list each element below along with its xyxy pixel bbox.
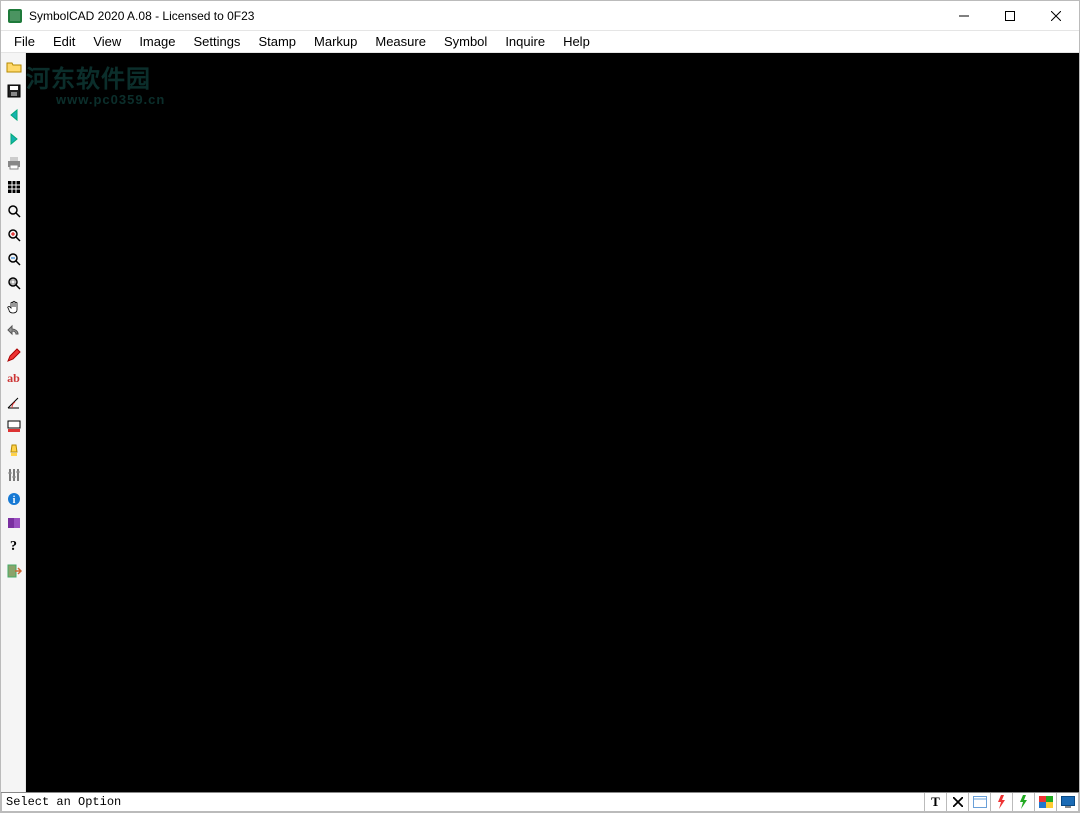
question-icon: ? <box>10 539 17 555</box>
menu-bar: File Edit View Image Settings Stamp Mark… <box>1 31 1079 53</box>
status-bar: Select an Option T <box>1 792 1079 812</box>
arrow-left-icon <box>6 107 22 123</box>
window-mode-button[interactable] <box>969 793 991 812</box>
window-icon <box>973 796 987 808</box>
book-icon <box>6 515 22 531</box>
text-t-icon: T <box>931 794 940 810</box>
menu-symbol[interactable]: Symbol <box>435 32 496 51</box>
back-button[interactable] <box>2 103 25 126</box>
lightning-green-icon <box>1019 795 1029 809</box>
help-button[interactable]: ? <box>2 535 25 558</box>
menu-file[interactable]: File <box>5 32 44 51</box>
minimize-button[interactable] <box>941 1 987 30</box>
text-ab-icon: ab <box>7 371 20 386</box>
red-flag-button[interactable] <box>991 793 1013 812</box>
highlighter-icon <box>6 443 22 459</box>
menu-markup[interactable]: Markup <box>305 32 366 51</box>
maximize-button[interactable] <box>987 1 1033 30</box>
status-tools: T <box>925 793 1079 812</box>
lightning-red-icon <box>997 795 1007 809</box>
undo-button[interactable] <box>2 319 25 342</box>
manual-button[interactable] <box>2 511 25 534</box>
printer-icon <box>6 155 22 171</box>
menu-image[interactable]: Image <box>130 32 184 51</box>
text-mode-button[interactable]: T <box>925 793 947 812</box>
monitor-icon <box>1061 796 1075 808</box>
left-toolbar: ab i ? <box>1 53 26 792</box>
screen-button[interactable] <box>1057 793 1079 812</box>
save-button[interactable] <box>2 79 25 102</box>
zoom-extents-button[interactable] <box>2 271 25 294</box>
menu-inquire[interactable]: Inquire <box>496 32 554 51</box>
magnifier-plus-icon <box>6 227 22 243</box>
menu-settings[interactable]: Settings <box>184 32 249 51</box>
print-button[interactable] <box>2 151 25 174</box>
folder-open-icon <box>6 59 22 75</box>
palette-icon <box>1039 796 1053 808</box>
angle-icon <box>6 395 22 411</box>
pencil-icon <box>6 347 22 363</box>
green-flag-button[interactable] <box>1013 793 1035 812</box>
text-button[interactable]: ab <box>2 367 25 390</box>
x-icon <box>953 797 963 807</box>
menu-measure[interactable]: Measure <box>366 32 435 51</box>
stamp-button[interactable] <box>2 415 25 438</box>
title-bar: SymbolCAD 2020 A.08 - Licensed to 0F23 <box>1 1 1079 31</box>
close-mode-button[interactable] <box>947 793 969 812</box>
magnifier-icon <box>6 203 22 219</box>
exit-door-icon <box>6 563 22 579</box>
menu-view[interactable]: View <box>84 32 130 51</box>
forward-button[interactable] <box>2 127 25 150</box>
sliders-icon <box>6 467 22 483</box>
window-controls <box>941 1 1079 30</box>
info-button[interactable]: i <box>2 487 25 510</box>
palette-button[interactable] <box>1035 793 1057 812</box>
zoom-out-button[interactable] <box>2 247 25 270</box>
hand-icon <box>6 299 22 315</box>
menu-edit[interactable]: Edit <box>44 32 84 51</box>
magnifier-minus-icon <box>6 251 22 267</box>
settings-sliders-button[interactable] <box>2 463 25 486</box>
pan-button[interactable] <box>2 295 25 318</box>
pencil-button[interactable] <box>2 343 25 366</box>
app-icon <box>7 8 23 24</box>
undo-arrow-icon <box>6 323 22 339</box>
status-text: Select an Option <box>1 793 925 812</box>
menu-help[interactable]: Help <box>554 32 599 51</box>
magnifier-fit-icon <box>6 275 22 291</box>
canvas-viewport[interactable] <box>26 53 1079 792</box>
highlight-button[interactable] <box>2 439 25 462</box>
arrow-right-icon <box>6 131 22 147</box>
svg-text:i: i <box>12 495 15 506</box>
window-title: SymbolCAD 2020 A.08 - Licensed to 0F23 <box>29 9 254 23</box>
open-button[interactable] <box>2 55 25 78</box>
grid-button[interactable] <box>2 175 25 198</box>
menu-stamp[interactable]: Stamp <box>249 32 305 51</box>
zoom-in-button[interactable] <box>2 223 25 246</box>
exit-button[interactable] <box>2 559 25 582</box>
main-area: 河东软件园 www.pc0359.cn ab i ? <box>1 53 1079 792</box>
close-button[interactable] <box>1033 1 1079 30</box>
info-icon: i <box>6 491 22 507</box>
grid-icon <box>6 179 22 195</box>
floppy-icon <box>6 83 22 99</box>
measure-angle-button[interactable] <box>2 391 25 414</box>
zoom-button[interactable] <box>2 199 25 222</box>
stamp-icon <box>6 419 22 435</box>
